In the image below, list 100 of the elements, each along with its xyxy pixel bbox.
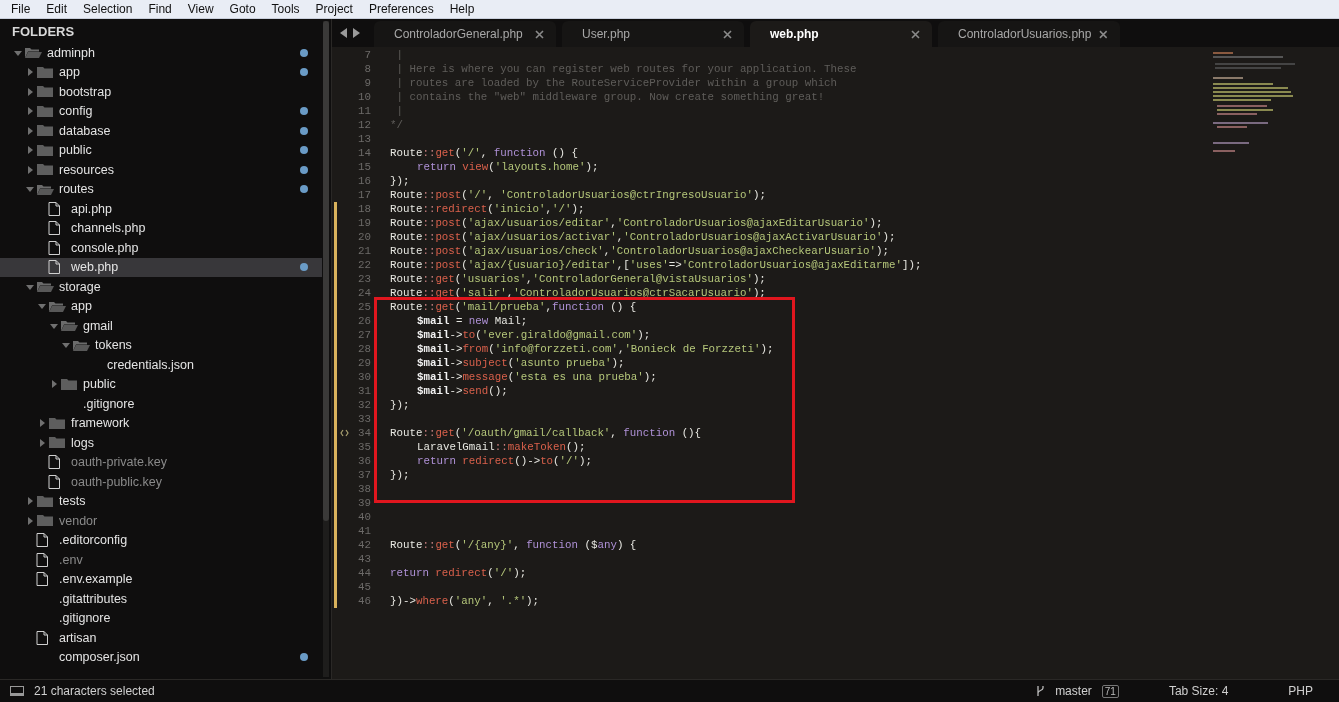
menu-item[interactable]: Edit <box>39 2 75 16</box>
item-name: artisan <box>59 630 98 645</box>
file-tab[interactable]: web.php <box>750 21 932 47</box>
folder-icon <box>36 143 54 157</box>
folder-row[interactable]: public <box>0 374 322 394</box>
line-number: 29 <box>358 357 371 369</box>
file-row[interactable]: oauth-private.key <box>0 452 322 472</box>
file-icon <box>48 240 60 255</box>
line-number: 9 <box>364 77 371 89</box>
line-number: 11 <box>358 105 371 117</box>
file-tab[interactable]: ControladorGeneral.php <box>374 21 556 47</box>
folder-row[interactable]: adminph <box>0 43 322 63</box>
line-number: 10 <box>358 91 371 103</box>
code-line: Route::get('/{any}', function ($any) { <box>390 538 637 552</box>
item-name: bootstrap <box>59 84 113 99</box>
folder-row[interactable]: bootstrap <box>0 82 322 102</box>
file-row[interactable]: artisan <box>0 628 322 648</box>
folder-row[interactable]: framework <box>0 413 322 433</box>
tab-size[interactable]: Tab Size: 4 <box>1168 684 1229 698</box>
file-row[interactable]: console.php <box>0 238 322 258</box>
menu-item[interactable]: Help <box>442 2 482 16</box>
folder-row[interactable]: app <box>0 296 322 316</box>
item-name: resources <box>59 162 115 177</box>
file-row[interactable]: .editorconfig <box>0 530 322 550</box>
close-icon[interactable] <box>1099 29 1108 39</box>
line-number: 13 <box>358 133 371 145</box>
line-number: 28 <box>358 343 371 355</box>
file-row[interactable]: api.php <box>0 199 322 219</box>
open-folder-icon <box>48 299 66 313</box>
menu-item[interactable]: File <box>4 2 38 16</box>
file-row[interactable]: credentials.json <box>0 355 322 375</box>
line-number: 24 <box>358 287 371 299</box>
forward-arrow-icon[interactable] <box>352 28 360 38</box>
git-branch-icon <box>1036 685 1046 697</box>
item-name: console.php <box>71 240 140 255</box>
file-row[interactable]: .env <box>0 550 322 570</box>
folder-row[interactable]: database <box>0 121 322 141</box>
menu-item[interactable]: View <box>180 2 221 16</box>
code-line: }); <box>390 468 410 482</box>
file-row[interactable]: .env.example <box>0 569 322 589</box>
close-icon[interactable] <box>535 29 544 39</box>
file-row[interactable]: web.php <box>0 257 322 277</box>
folder-icon <box>36 85 54 99</box>
file-row[interactable]: composer.json <box>0 647 322 667</box>
menu-item[interactable]: Project <box>308 2 360 16</box>
close-icon[interactable] <box>723 29 732 39</box>
folder-icon <box>36 65 54 79</box>
folder-row[interactable]: gmail <box>0 316 322 336</box>
line-number: 20 <box>358 231 371 243</box>
menu-item[interactable]: Selection <box>76 2 140 16</box>
line-number: 38 <box>358 483 371 495</box>
file-tab[interactable]: User.php <box>562 21 744 47</box>
item-name: .gitignore <box>83 396 136 411</box>
folder-row[interactable]: config <box>0 101 322 121</box>
folder-row[interactable]: logs <box>0 433 322 453</box>
git-branch[interactable]: master <box>1055 684 1092 698</box>
scrollbar[interactable] <box>323 21 329 677</box>
file-row[interactable]: .gitignore <box>0 608 322 628</box>
folder-icon <box>36 514 54 528</box>
back-arrow-icon[interactable] <box>340 28 348 38</box>
folder-row[interactable]: vendor <box>0 511 322 531</box>
folder-row[interactable]: tests <box>0 491 322 511</box>
panel-toggle-icon[interactable] <box>10 686 24 696</box>
folder-row[interactable]: tokens <box>0 335 322 355</box>
code-line: $mail->to('ever.giraldo@gmail.com'); <box>417 328 651 342</box>
folder-icon <box>36 494 54 508</box>
folder-icon <box>60 377 78 391</box>
item-name: .gitattributes <box>59 591 129 606</box>
syntax-mode[interactable]: PHP <box>1288 684 1313 698</box>
line-number: 37 <box>358 469 371 481</box>
code-line: return redirect('/'); <box>390 566 527 580</box>
item-name: public <box>83 377 117 392</box>
menu-item[interactable]: Goto <box>222 2 263 16</box>
code-line: $mail->message('esta es una prueba'); <box>417 370 657 384</box>
folder-row[interactable]: public <box>0 140 322 160</box>
file-row[interactable]: .gitignore <box>0 394 322 414</box>
line-number: 32 <box>358 399 371 411</box>
code-line: $mail->from('info@forzzeti.com','Bonieck de Forzzeti'); <box>417 342 774 356</box>
folder-row[interactable]: storage <box>0 277 322 297</box>
folder-row[interactable]: routes <box>0 179 322 199</box>
file-row[interactable]: channels.php <box>0 218 322 238</box>
line-number: 36 <box>358 455 371 467</box>
menu-item[interactable]: Find <box>141 2 179 16</box>
folder-row[interactable]: resources <box>0 160 322 180</box>
folder-row[interactable]: app <box>0 62 322 82</box>
item-name: app <box>59 65 81 80</box>
line-number: 27 <box>358 329 371 341</box>
file-tab[interactable]: ControladorUsuarios.php <box>938 21 1120 47</box>
open-folder-icon <box>72 338 90 352</box>
file-row[interactable]: .gitattributes <box>0 589 322 609</box>
menu-item[interactable]: Preferences <box>361 2 441 16</box>
menu-item[interactable]: Tools <box>264 2 307 16</box>
code-line: Route::get('/oauth/gmail/callback', function (){ <box>390 426 702 440</box>
item-name: .env <box>59 552 84 567</box>
close-icon[interactable] <box>911 29 920 39</box>
folder-icon <box>36 104 54 118</box>
line-number: 33 <box>358 413 371 425</box>
code-line: $mail->subject('asunto prueba'); <box>417 356 625 370</box>
file-icon <box>48 260 60 275</box>
file-row[interactable]: oauth-public.key <box>0 472 322 492</box>
